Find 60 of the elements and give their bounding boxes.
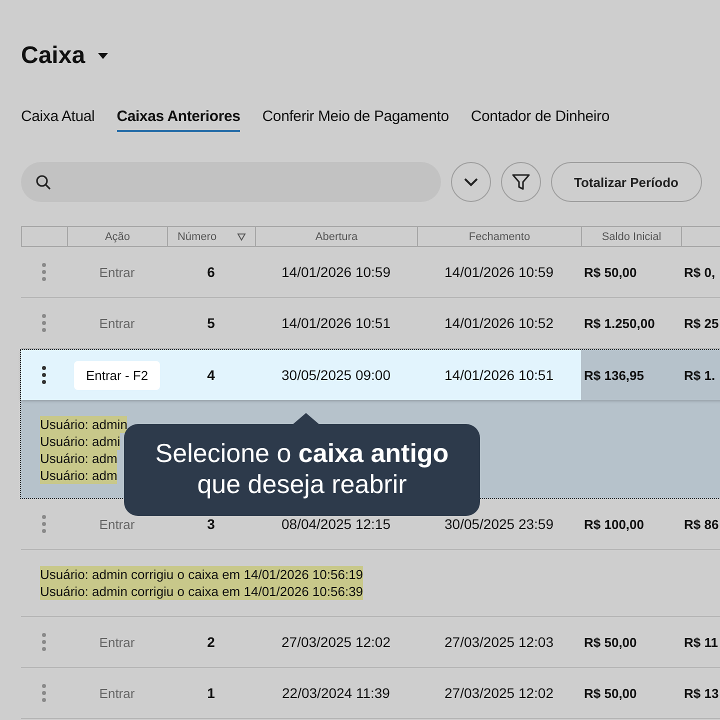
table-cell-text: R$ 86 — [683, 516, 720, 534]
table-row[interactable]: Entrar 2 27/03/2025 12:02 27/03/2025 12:03 R$ 50,00 R$ 11 — [21, 617, 720, 668]
table-cell-text: R$ 11 — [683, 634, 719, 652]
table-row[interactable]: Entrar - F2 4 30/05/2025 09:00 14/01/2026 10:51 R$ 136,95 R$ 1. — [21, 350, 720, 400]
column-header: Fechamento — [417, 227, 581, 246]
table-row[interactable]: Entrar 1 22/03/2024 11:39 27/03/2025 12:02 R$ 50,00 R$ 13 — [21, 668, 720, 719]
table-cell-text: R$ 1.250,00 — [583, 314, 656, 332]
filter-button[interactable] — [501, 162, 541, 202]
table-cell-text: 2 — [206, 633, 216, 652]
column-header[interactable]: Número — [167, 227, 255, 246]
table-cell-text: 14/01/2026 10:51 — [280, 314, 392, 333]
table-cell-text: R$ 50,00 — [583, 634, 638, 652]
table-cell-text: R$ 100,00 — [583, 516, 645, 534]
table-cell-text: 27/03/2025 12:02 — [444, 684, 554, 703]
more-icon[interactable] — [42, 366, 46, 384]
table-cell-text: R$ 0, — [683, 264, 716, 282]
tooltip-arrow — [292, 413, 320, 425]
table-cell-text: R$ 13 — [683, 684, 720, 702]
page-title: Caixa — [21, 42, 86, 70]
enter-button[interactable]: Entrar — [87, 310, 147, 336]
table-cell-text: 22/03/2024 11:39 — [281, 684, 391, 703]
table-cell-text: 27/03/2025 12:03 — [444, 633, 554, 652]
sort-icon[interactable] — [236, 232, 246, 240]
column-header: Saldo Inicial — [581, 227, 681, 246]
table-cell-text: R$ 50,00 — [583, 684, 638, 702]
enter-button[interactable]: Entrar - F2 — [74, 360, 160, 390]
caret-icon[interactable] — [97, 52, 110, 60]
table-cell-text: 30/05/2025 23:59 — [444, 515, 554, 534]
table-cell-text: 14/01/2026 10:59 — [444, 263, 554, 282]
table-cell-text: 14/01/2026 10:52 — [444, 314, 554, 333]
tab[interactable]: Contador de Dinheiro — [470, 108, 610, 132]
table-cell-text: 14/01/2026 10:59 — [280, 263, 392, 282]
chevron-icon — [464, 178, 478, 186]
column-header: Abertura — [255, 227, 417, 246]
expand-button[interactable] — [451, 162, 491, 202]
tab[interactable]: Caixas Anteriores — [116, 108, 240, 132]
tab[interactable]: Caixa Atual — [21, 108, 95, 132]
table-cell-text: 08/04/2025 12:15 — [280, 515, 392, 534]
enter-button[interactable]: Entrar — [87, 258, 147, 286]
column-header: Ação — [67, 227, 167, 246]
search-icon — [35, 174, 51, 190]
filter-icon — [511, 172, 531, 192]
table-cell-text: 6 — [206, 263, 216, 282]
table-row[interactable]: Entrar 6 14/01/2026 10:59 14/01/2026 10:59 R$ 50,00 R$ 0, — [21, 247, 720, 298]
tab[interactable]: Conferir Meio de Pagamento — [262, 108, 449, 132]
table-cell-text: 4 — [206, 366, 216, 385]
table-cell: R$ 136,95 — [581, 350, 681, 400]
enter-button[interactable]: Entrar — [87, 628, 147, 656]
table-cell-text: R$ 25 — [683, 314, 720, 332]
table-cell-text: 14/01/2026 10:51 — [444, 366, 554, 385]
table-cell: R$ 1. — [681, 350, 720, 400]
table-cell-text: 1 — [206, 684, 216, 703]
table-cell-text: 3 — [206, 515, 216, 534]
table-cell-text: 5 — [206, 314, 216, 333]
table-cell-text: 30/05/2025 09:00 — [280, 366, 392, 385]
search-field[interactable] — [21, 162, 441, 202]
table-cell-text: R$ 50,00 — [583, 264, 638, 282]
table-cell-text: 27/03/2025 12:02 — [280, 633, 392, 652]
enter-button[interactable]: Entrar — [87, 680, 147, 706]
total-button[interactable]: Totalizar Período — [551, 162, 702, 202]
